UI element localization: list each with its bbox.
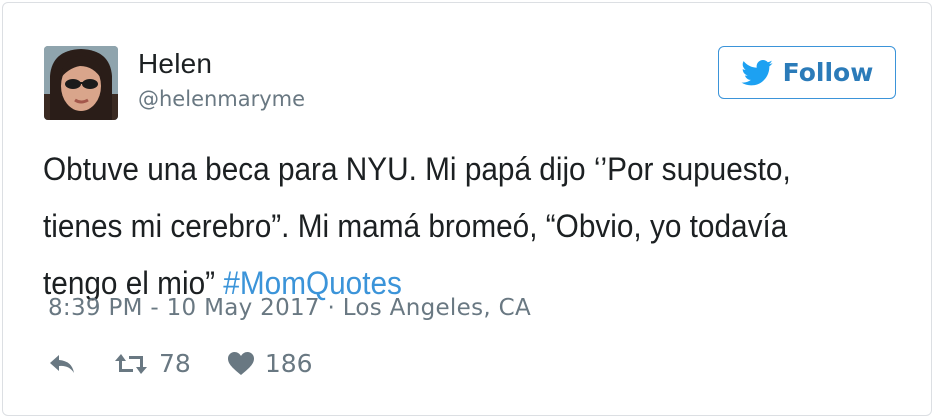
like-button[interactable]: 186 <box>227 349 313 378</box>
avatar[interactable] <box>44 46 118 120</box>
reply-icon <box>47 351 77 377</box>
user-name[interactable]: Helen <box>138 48 212 80</box>
follow-button[interactable]: Follow <box>718 46 896 99</box>
tweet-text: Obtuve una beca para NYU. Mi papá dijo ‘… <box>43 141 861 312</box>
retweet-count: 78 <box>159 349 191 378</box>
tweet-timestamp-location[interactable]: 8:39 PM - 10 May 2017 · Los Angeles, CA <box>48 295 531 321</box>
like-count: 186 <box>264 349 313 378</box>
tweet-actions: 78 186 <box>47 349 313 378</box>
tweet-card: Helen @helenmaryme Follow Obtuve una bec… <box>2 2 932 416</box>
heart-icon <box>227 351 255 377</box>
twitter-bird-icon <box>741 59 773 86</box>
follow-button-label: Follow <box>782 58 874 87</box>
retweet-button[interactable]: 78 <box>113 349 191 378</box>
tweet-body: Obtuve una beca para NYU. Mi papá dijo ‘… <box>43 151 791 301</box>
reply-button[interactable] <box>47 351 77 377</box>
user-handle[interactable]: @helenmaryme <box>138 87 305 111</box>
retweet-icon <box>113 351 149 377</box>
avatar-image <box>44 46 118 120</box>
